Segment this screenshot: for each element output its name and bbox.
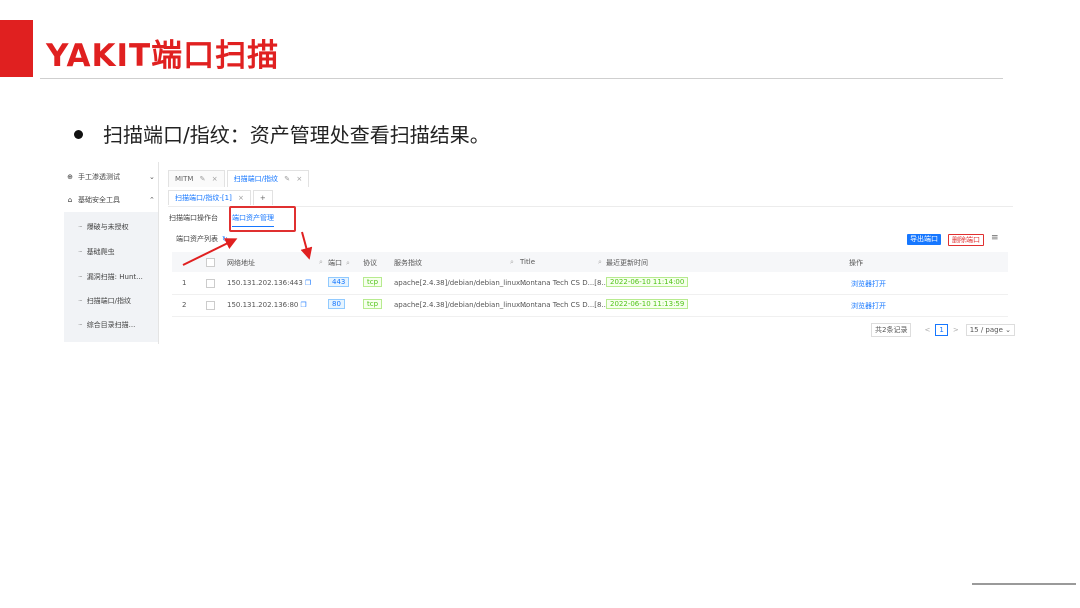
tab-label: MITM — [175, 175, 194, 183]
row-id: 1 — [182, 279, 187, 287]
title-cell: Montana Tech CS D...[8... — [520, 301, 609, 309]
total-records: 共2条记录 — [871, 323, 912, 337]
list-title: 端口资产列表 — [176, 235, 218, 243]
tab-port-scan[interactable]: 扫描端口/指纹 ✎ × — [226, 170, 310, 187]
copy-icon[interactable]: ❐ — [305, 279, 311, 287]
lock-icon: ⌂ — [67, 196, 73, 204]
time-cell: 2022-06-10 11:14:00 — [606, 277, 689, 287]
refresh-icon[interactable]: ↻ — [222, 235, 228, 243]
search-icon[interactable]: ⌕ — [598, 258, 602, 267]
protocol-cell: tcp — [363, 277, 383, 287]
sub-tabs: 扫描端口/指纹-[1] × + — [168, 190, 275, 206]
close-icon[interactable]: × — [296, 175, 302, 183]
tab-scan-console[interactable]: 扫描端口操作台 — [169, 212, 218, 227]
crosshair-icon: ⊕ — [67, 173, 73, 181]
top-tabs: MITM ✎ × 扫描端口/指纹 ✎ × — [168, 170, 311, 188]
title-divider — [40, 78, 1003, 79]
title-accent-bar — [0, 20, 33, 77]
port-cell: 80 — [328, 299, 345, 309]
sidebar-group-label: 手工渗透测试 — [78, 173, 120, 181]
page-size-select[interactable]: 15 / page ⌄ — [965, 324, 1015, 336]
open-in-browser-link[interactable]: 浏览器打开 — [851, 279, 886, 289]
pagination: 共2条记录 < 1 > 15 / page ⌄ — [871, 323, 1015, 337]
table-row: 2 150.131.202.136:80 ❐ 80 tcp apache[2.4.… — [172, 295, 1008, 317]
search-icon[interactable]: ⌕ — [346, 259, 350, 267]
column-header: 端口 ⌕ — [328, 259, 350, 267]
protocol-tag: tcp — [363, 299, 383, 309]
edit-icon[interactable]: ✎ — [284, 175, 290, 183]
list-header: 端口资产列表 ↻ — [176, 234, 228, 244]
copy-icon[interactable]: ❐ — [300, 301, 306, 309]
row-id: 2 — [182, 301, 187, 309]
sidebar-item-dir-scan[interactable]: 综合目录扫描... — [78, 320, 136, 330]
table-header: 网络地址 ⌕ 端口 ⌕ 协议 服务指纹 ⌕ Title ⌕ 最近更新时间 操作 — [172, 252, 1008, 272]
add-tab-button[interactable]: + — [252, 190, 273, 205]
sidebar: ⊕ 手工渗透测试 ⌄ ⌂ 基础安全工具 ⌃ 爆破与未授权 基础爬虫 漏洞扫描: … — [60, 162, 158, 342]
column-header: Title ⌕ — [520, 258, 602, 266]
row-checkbox[interactable] — [206, 301, 215, 310]
open-in-browser-link[interactable]: 浏览器打开 — [851, 301, 886, 311]
tab-mitm[interactable]: MITM ✎ × — [168, 170, 225, 187]
sidebar-group-basic-tools[interactable]: ⌂ 基础安全工具 ⌃ — [66, 193, 155, 207]
delete-ports-button[interactable]: 删除端口 — [948, 234, 984, 246]
yakit-screenshot: ⊕ 手工渗透测试 ⌄ ⌂ 基础安全工具 ⌃ 爆破与未授权 基础爬虫 漏洞扫描: … — [60, 162, 1015, 344]
bullet-point: 扫描端口/指纹：资产管理处查看扫描结果。 — [74, 119, 490, 148]
column-header: 网络地址 ⌕ — [227, 258, 323, 267]
service-cell: apache[2.4.38]/debian/debian_linux... — [394, 301, 527, 309]
column-header: 最近更新时间 — [606, 259, 648, 267]
sidebar-group-label: 基础安全工具 — [78, 196, 120, 204]
protocol-tag: tcp — [363, 277, 383, 287]
next-page-icon[interactable]: > — [953, 326, 959, 334]
bullet-dot — [74, 130, 83, 139]
time-cell: 2022-06-10 11:13:59 — [606, 299, 689, 309]
current-page-button[interactable]: 1 — [935, 324, 948, 336]
search-icon[interactable]: ⌕ — [319, 258, 323, 267]
export-ports-button[interactable]: 导出端口 — [907, 234, 941, 245]
close-icon[interactable]: × — [238, 194, 244, 202]
sidebar-group-manual-pentest[interactable]: ⊕ 手工渗透测试 ⌄ — [66, 170, 155, 184]
select-all-checkbox[interactable] — [206, 258, 215, 267]
sidebar-item-vuln-scan[interactable]: 漏洞扫描: Hunt... — [78, 272, 143, 282]
bullet-text: 扫描端口/指纹：资产管理处查看扫描结果。 — [103, 123, 490, 147]
title-cell: Montana Tech CS D...[8... — [520, 279, 609, 287]
edit-icon[interactable]: ✎ — [200, 175, 206, 183]
tab-label: 扫描端口/指纹 — [233, 175, 278, 183]
sidebar-item-brute[interactable]: 爆破与未授权 — [78, 222, 129, 232]
search-icon[interactable]: ⌕ — [510, 258, 514, 267]
sidebar-divider — [158, 162, 159, 344]
protocol-cell: tcp — [363, 299, 383, 309]
sidebar-item-port-scan[interactable]: 扫描端口/指纹 — [78, 296, 131, 306]
slide-title: YAKIT端口扫描 — [46, 38, 280, 74]
address-cell: 150.131.202.136:443 ❐ — [227, 279, 312, 287]
sidebar-item-crawler[interactable]: 基础爬虫 — [78, 247, 115, 257]
column-header: 协议 — [363, 259, 377, 267]
chevron-down-icon: ⌄ — [149, 173, 155, 181]
column-header: 操作 — [849, 259, 863, 267]
column-header: 服务指纹 ⌕ — [394, 258, 514, 267]
footer-divider — [972, 583, 1076, 585]
table-row: 1 150.131.202.136:443 ❐ 443 tcp apache[2.… — [172, 273, 1008, 295]
service-cell: apache[2.4.38]/debian/debian_linux... — [394, 279, 527, 287]
port-tag: 80 — [328, 299, 345, 309]
prev-page-icon[interactable]: < — [924, 326, 930, 334]
address-cell: 150.131.202.136:80 ❐ — [227, 301, 307, 309]
chevron-up-icon: ⌃ — [149, 196, 155, 204]
tab-label: 扫描端口/指纹-[1] — [175, 194, 232, 202]
port-tag: 443 — [328, 277, 350, 287]
highlight-box — [229, 206, 296, 232]
menu-icon[interactable]: ≡ — [991, 233, 999, 243]
row-checkbox[interactable] — [206, 279, 215, 288]
main-area: MITM ✎ × 扫描端口/指纹 ✎ × 扫描端口/指纹-[1] × + 扫描端… — [165, 162, 1015, 344]
tab-port-scan-1[interactable]: 扫描端口/指纹-[1] × — [168, 190, 251, 205]
time-tag: 2022-06-10 11:13:59 — [606, 299, 689, 309]
time-tag: 2022-06-10 11:14:00 — [606, 277, 689, 287]
close-icon[interactable]: × — [212, 175, 218, 183]
port-cell: 443 — [328, 277, 350, 287]
